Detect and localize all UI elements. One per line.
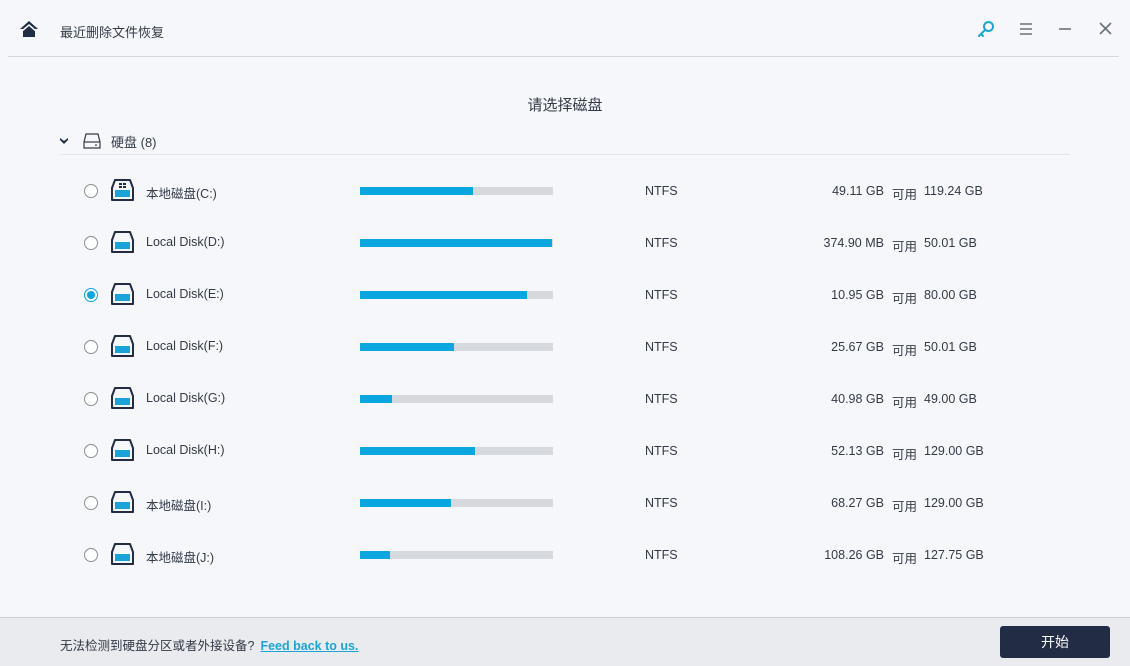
drive-name: Local Disk(G:) [146,391,226,405]
total-space: 80.00 GB [924,288,977,302]
feedback-link[interactable]: Feed back to us. [260,639,358,653]
drive-row[interactable]: 本地磁盘(J:) NTFS 108.26 GB 可用 127.75 GB [0,540,1130,570]
file-system: NTFS [645,236,678,250]
usage-bar [360,187,553,195]
free-space: 49.11 GB [832,184,884,198]
footer-message: 无法检测到硬盘分区或者外接设备? Feed back to us. [60,635,358,654]
usage-bar-fill [360,239,552,247]
drive-icon [111,387,134,409]
usage-bar-fill [360,395,392,403]
usage-bar-fill [360,499,451,507]
chevron-down-icon[interactable] [60,138,68,144]
free-label: 可用 [892,448,918,462]
usage-bar-fill [360,291,527,299]
drive-row[interactable]: Local Disk(G:) NTFS 40.98 GB 可用 49.00 GB [0,384,1130,414]
drive-row[interactable]: Local Disk(F:) NTFS 25.67 GB 可用 50.01 GB [0,332,1130,362]
drive-icon [111,231,134,253]
free-space: 374.90 MB [823,236,884,250]
drive-icon [111,439,134,461]
usage-bar [360,551,553,559]
footer: 无法检测到硬盘分区或者外接设备? Feed back to us. 开始 [0,617,1130,666]
title-bar: 最近删除文件恢复 [0,0,1130,57]
drive-radio[interactable] [84,548,98,562]
drive-name: Local Disk(E:) [146,287,224,301]
free-label: 可用 [892,552,918,566]
usage-bar [360,395,553,403]
free-space: 25.67 GB [831,340,884,354]
drive-radio[interactable] [84,496,98,510]
group-divider [60,154,1070,155]
free-label: 可用 [892,396,918,410]
drive-name: Local Disk(H:) [146,443,225,457]
free-space: 68.27 GB [831,496,884,510]
drive-radio[interactable] [84,184,98,198]
free-space: 108.26 GB [824,548,884,562]
no-device-message: 无法检测到硬盘分区或者外接设备? [60,639,255,653]
drive-radio[interactable] [84,288,98,302]
total-space: 129.00 GB [924,496,984,510]
file-system: NTFS [645,340,678,354]
app-title: 最近删除文件恢复 [60,25,165,40]
free-label: 可用 [892,188,918,202]
usage-bar [360,239,553,247]
file-system: NTFS [645,392,678,406]
hard-drive-icon [83,133,101,149]
drive-radio[interactable] [84,444,98,458]
free-space: 40.98 GB [831,392,884,406]
drive-name: Local Disk(F:) [146,339,224,353]
free-label: 可用 [892,240,918,254]
total-space: 127.75 GB [924,548,984,562]
file-system: NTFS [645,444,678,458]
drive-name: 本地磁盘(J:) [146,551,215,565]
usage-bar [360,499,553,507]
drive-row[interactable]: Local Disk(D:) NTFS 374.90 MB 可用 50.01 GB [0,228,1130,258]
drive-radio[interactable] [84,340,98,354]
drive-row[interactable]: 本地磁盘(I:) NTFS 68.27 GB 可用 129.00 GB [0,488,1130,518]
system-drive-icon [111,179,134,201]
drive-icon [111,283,134,305]
minimize-icon[interactable] [1056,19,1076,39]
hamburger-menu-icon[interactable] [1016,19,1036,39]
page-title: 请选择磁盘 [527,97,603,114]
file-system: NTFS [645,548,678,562]
key-icon[interactable] [976,19,996,39]
file-system: NTFS [645,496,678,510]
drive-radio[interactable] [84,236,98,250]
title-divider [8,56,1119,57]
close-icon[interactable] [1096,19,1116,39]
total-space: 119.24 GB [924,184,983,198]
drive-name: 本地磁盘(C:) [146,187,217,201]
drive-icon [111,491,134,513]
total-space: 50.01 GB [924,340,977,354]
total-space: 49.00 GB [924,392,977,406]
usage-bar [360,343,553,351]
usage-bar [360,291,553,299]
home-icon[interactable] [19,20,39,38]
file-system: NTFS [645,288,678,302]
free-space: 52.13 GB [831,444,884,458]
drive-icon [111,335,134,357]
group-label: 硬盘 (8) [111,134,157,150]
drive-row[interactable]: Local Disk(H:) NTFS 52.13 GB 可用 129.00 GB [0,436,1130,466]
free-label: 可用 [892,292,918,306]
drive-name: Local Disk(D:) [146,235,225,249]
drive-row[interactable]: 本地磁盘(C:) NTFS 49.11 GB 可用 119.24 GB [0,176,1130,206]
usage-bar-fill [360,551,390,559]
usage-bar-fill [360,343,454,351]
free-label: 可用 [892,344,918,358]
drive-radio[interactable] [84,392,98,406]
usage-bar-fill [360,447,476,455]
drive-row[interactable]: Local Disk(E:) NTFS 10.95 GB 可用 80.00 GB [0,280,1130,310]
free-space: 10.95 GB [831,288,884,302]
usage-bar [360,447,553,455]
usage-bar-fill [360,187,474,195]
hard-disk-group-header[interactable]: 硬盘 (8) [60,131,157,151]
total-space: 50.01 GB [924,236,977,250]
start-button[interactable]: 开始 [1000,626,1110,658]
total-space: 129.00 GB [924,444,984,458]
drive-icon [111,543,134,565]
file-system: NTFS [645,184,678,198]
free-label: 可用 [892,500,918,514]
drive-name: 本地磁盘(I:) [146,499,212,513]
